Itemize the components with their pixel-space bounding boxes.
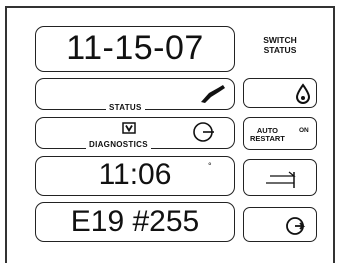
valve-handle-icon: [201, 85, 225, 103]
date-value: 11-15-07: [66, 29, 204, 67]
auto-restart-state: ON: [299, 127, 309, 134]
gauge-icon: [193, 122, 214, 142]
rotate-arrow-icon: [286, 217, 306, 235]
degree-mark: °: [208, 161, 212, 171]
date-display: 11-15-07: [35, 26, 235, 72]
auto-restart-label: AUTO RESTART: [250, 126, 285, 143]
transfer-button[interactable]: [243, 159, 317, 196]
status-label: STATUS: [106, 103, 145, 112]
diagnostics-button[interactable]: DIAGNOSTICS: [35, 117, 235, 149]
diagnostics-label: DIAGNOSTICS: [86, 140, 151, 149]
boxed-v-icon: [122, 122, 136, 134]
water-drop-button[interactable]: [243, 78, 317, 108]
water-drop-icon: [295, 83, 311, 104]
switch-status-label: SWITCH STATUS: [263, 35, 297, 55]
rotate-button[interactable]: [243, 207, 317, 242]
error-value: E19 #255: [70, 205, 200, 238]
time-value: 11:06: [98, 158, 172, 191]
status-button[interactable]: STATUS: [35, 78, 235, 112]
time-display: 11:06 °: [35, 156, 235, 196]
auto-restart-button[interactable]: AUTO RESTART ON: [243, 117, 317, 150]
transfer-arrows-icon: [266, 171, 296, 188]
error-display: E19 #255: [35, 202, 235, 242]
